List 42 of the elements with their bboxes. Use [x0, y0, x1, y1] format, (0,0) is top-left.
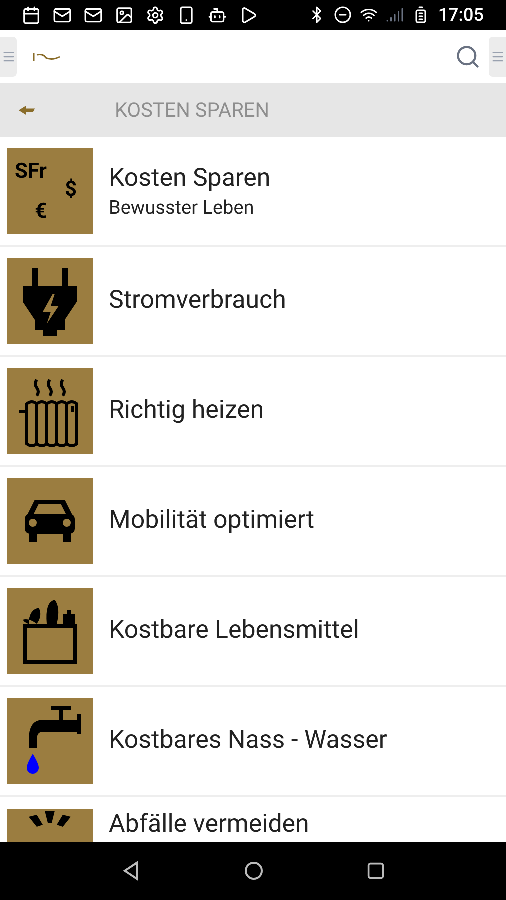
item-title: Kosten Sparen [109, 162, 271, 194]
plug-icon [7, 258, 93, 344]
recents-icon[interactable] [366, 862, 385, 880]
image-icon [115, 6, 134, 24]
back-arrow-icon[interactable] [18, 104, 36, 116]
play-icon [239, 6, 258, 24]
item-title: Stromverbrauch [109, 285, 286, 317]
item-title: Kostbares Nass - Wasser [109, 725, 388, 757]
mail-icon [53, 6, 72, 24]
list-item[interactable]: Kostbares Nass - Wasser [0, 687, 506, 797]
water-tap-icon [7, 698, 93, 784]
signal-icon [386, 6, 404, 24]
radiator-icon [7, 368, 93, 454]
phone-icon [177, 6, 196, 24]
list-item[interactable]: Richtig heizen [0, 357, 506, 467]
item-title: Abfälle vermeiden [109, 809, 310, 840]
clock: 17:05 [438, 4, 484, 28]
item-subtitle: Bewusster Leben [109, 196, 256, 220]
home-icon[interactable] [244, 861, 264, 881]
mail-icon [84, 6, 103, 24]
logo [32, 52, 62, 62]
icon-label: SFr [15, 162, 47, 183]
icon-label: € [35, 202, 48, 223]
robot-icon [208, 6, 227, 24]
car-icon [7, 478, 93, 564]
menu-icon [490, 50, 504, 64]
do-not-disturb-icon [334, 6, 352, 24]
calendar-icon [22, 6, 41, 24]
grocery-box-icon [7, 588, 93, 674]
icon-label: $ [65, 180, 78, 201]
settings-icon [146, 6, 165, 24]
item-title: Richtig heizen [109, 395, 264, 427]
menu-icon [2, 50, 16, 64]
list-item[interactable]: SFr $ € Kosten Sparen Bewusster Leben [0, 137, 506, 247]
search-icon[interactable] [455, 44, 481, 70]
item-title: Mobilität optimiert [109, 505, 315, 537]
list-item[interactable]: Stromverbrauch [0, 247, 506, 357]
item-title: Kostbare Lebensmittel [109, 615, 360, 647]
wifi-icon [360, 6, 378, 24]
list-item[interactable]: Kostbare Lebensmittel [0, 577, 506, 687]
section-title: KOSTEN SPAREN [115, 97, 270, 124]
list-item[interactable]: Mobilität optimiert [0, 467, 506, 577]
